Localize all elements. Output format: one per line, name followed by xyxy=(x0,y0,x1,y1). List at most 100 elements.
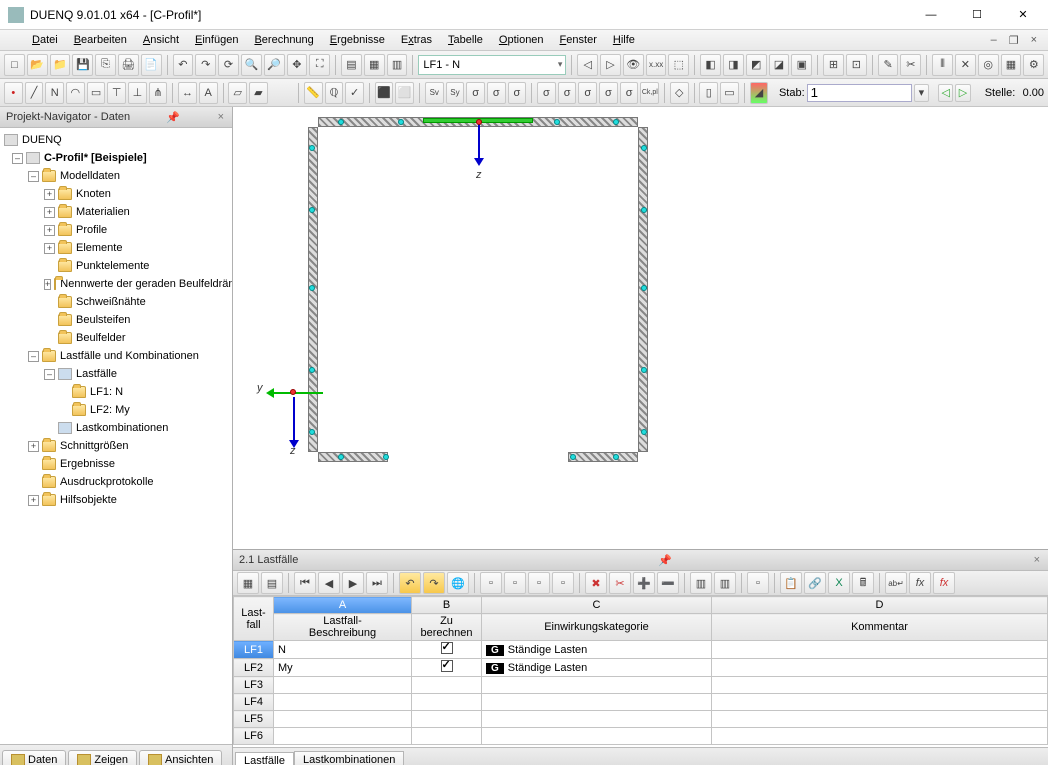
text-tool[interactable]: A xyxy=(199,82,218,104)
menu-optionen[interactable]: Optionen xyxy=(491,32,552,48)
open-button[interactable]: 📂 xyxy=(27,54,48,76)
nav-item[interactable]: Elemente xyxy=(76,242,122,254)
window-tile[interactable]: ▭ xyxy=(720,82,739,104)
close-button[interactable]: ✕ xyxy=(1000,0,1046,29)
cell-cat[interactable]: GStändige Lasten xyxy=(482,659,712,677)
menu-berechnung[interactable]: Berechnung xyxy=(246,32,321,48)
nav-item[interactable]: Beulsteifen xyxy=(76,314,130,326)
table-pin-icon[interactable]: 📌 xyxy=(656,554,674,567)
cell-calc[interactable] xyxy=(412,728,482,745)
cell-comment[interactable] xyxy=(712,641,1048,659)
menu-bearbeiten[interactable]: Bearbeiten xyxy=(66,32,135,48)
zoom-window-button[interactable]: 🔎 xyxy=(264,54,285,76)
navigator-close-icon[interactable]: × xyxy=(216,111,226,123)
tab-lastkombinationen[interactable]: Lastkombinationen xyxy=(294,751,404,765)
menu-ergebnisse[interactable]: Ergebnisse xyxy=(322,32,393,48)
tbl-next[interactable]: ▶ xyxy=(342,572,364,594)
show-values-button[interactable]: 👁 xyxy=(623,54,644,76)
tbl-mode1[interactable]: ↶ xyxy=(399,572,421,594)
row-header[interactable]: LF4 xyxy=(234,694,274,711)
sel-tool[interactable]: ▱ xyxy=(228,82,247,104)
row-header[interactable]: LF2 xyxy=(234,659,274,677)
nav-item[interactable]: Schweißnähte xyxy=(76,296,146,308)
table-row[interactable]: LF4 xyxy=(234,694,1048,711)
lf-item[interactable]: LF2: My xyxy=(90,404,130,416)
tbl-d[interactable]: ▫ xyxy=(552,572,574,594)
nav-item[interactable]: Materialien xyxy=(76,206,130,218)
check-tool[interactable]: ✓ xyxy=(345,82,364,104)
collapse-icon[interactable]: – xyxy=(44,369,55,380)
expand-icon[interactable]: + xyxy=(44,225,55,236)
lfk-node[interactable]: Lastfälle und Kombinationen xyxy=(60,350,199,362)
tbl-btn-1[interactable]: ▦ xyxy=(237,572,259,594)
stress-ckpl[interactable]: Ck,pl xyxy=(640,82,659,104)
cell-cat[interactable] xyxy=(482,711,712,728)
tbl-prev[interactable]: ◀ xyxy=(318,572,340,594)
lk-node[interactable]: Lastkombinationen xyxy=(76,422,168,434)
tbl-f[interactable]: ▥ xyxy=(714,572,736,594)
row-header[interactable]: LF3 xyxy=(234,677,274,694)
nav-item[interactable]: Ausdruckprotokolle xyxy=(60,476,154,488)
tbl-calc[interactable]: 🖩 xyxy=(852,572,874,594)
element-tool[interactable]: ⊥ xyxy=(128,82,147,104)
tab-lastfaelle[interactable]: Lastfälle xyxy=(235,752,294,765)
dim-tool[interactable]: ↔ xyxy=(178,82,197,104)
cell-calc[interactable] xyxy=(412,641,482,659)
row-header[interactable]: LF1 xyxy=(234,641,274,659)
cell-cat[interactable]: GStändige Lasten xyxy=(482,641,712,659)
nav-item[interactable]: Hilfsobjekte xyxy=(60,494,117,506)
nav-item[interactable]: Ergebnisse xyxy=(60,458,115,470)
menu-extras[interactable]: Extras xyxy=(393,32,440,48)
weld-tool[interactable]: ⋔ xyxy=(149,82,168,104)
cell-desc[interactable] xyxy=(274,694,412,711)
cell-comment[interactable] xyxy=(712,677,1048,694)
tbl-fn[interactable]: ab↵ xyxy=(885,572,907,594)
group1[interactable]: ⬛ xyxy=(375,82,394,104)
cell-comment[interactable] xyxy=(712,728,1048,745)
calc-button[interactable]: ▦ xyxy=(1001,54,1022,76)
mirror-button[interactable]: ⦀ xyxy=(932,54,953,76)
tbl-first[interactable]: ⏮ xyxy=(294,572,316,594)
root-node[interactable]: DUENQ xyxy=(22,134,62,146)
fullscreen-button[interactable]: ⛶ xyxy=(309,54,330,76)
line-tool[interactable]: ╱ xyxy=(25,82,44,104)
col-b-top[interactable]: B xyxy=(412,597,482,614)
navigator-pin-icon[interactable]: 📌 xyxy=(164,111,182,124)
tbl-fx-off[interactable]: fx xyxy=(933,572,955,594)
checkbox-icon[interactable] xyxy=(441,642,453,654)
tbl-last[interactable]: ⏭ xyxy=(366,572,388,594)
next-lf-button[interactable]: ▷ xyxy=(600,54,621,76)
query-tool[interactable]: ℚ xyxy=(325,82,344,104)
nav-item[interactable]: Punktelemente xyxy=(76,260,149,272)
print-preview-button[interactable]: 📄 xyxy=(141,54,162,76)
tbl-mode2[interactable]: ↷ xyxy=(423,572,445,594)
col-c[interactable]: Einwirkungskategorie xyxy=(482,614,712,641)
stress-sy[interactable]: Sy xyxy=(446,82,465,104)
zoom-button[interactable]: 🔍 xyxy=(241,54,262,76)
polyline-tool[interactable]: Ν xyxy=(45,82,64,104)
table-row[interactable]: LF2 My GStändige Lasten xyxy=(234,659,1048,677)
view2-button[interactable]: ▦ xyxy=(364,54,385,76)
result-units-button[interactable]: ⬚ xyxy=(668,54,689,76)
menu-datei[interactable]: Datei xyxy=(24,32,66,48)
tbl-cut[interactable]: ✂ xyxy=(609,572,631,594)
col-d-top[interactable]: D xyxy=(712,597,1048,614)
cell-comment[interactable] xyxy=(712,694,1048,711)
window-split[interactable]: ▯ xyxy=(699,82,718,104)
expand-icon[interactable]: + xyxy=(44,207,55,218)
grid-button[interactable]: ⊞ xyxy=(823,54,844,76)
stress2d[interactable]: σ xyxy=(599,82,618,104)
stress2a[interactable]: σ xyxy=(537,82,556,104)
menu-tabelle[interactable]: Tabelle xyxy=(440,32,491,48)
table-row[interactable]: LF3 xyxy=(234,677,1048,694)
col-c-top[interactable]: C xyxy=(482,597,712,614)
group2[interactable]: ⬜ xyxy=(395,82,414,104)
table-row[interactable]: LF6 xyxy=(234,728,1048,745)
pan-button[interactable]: ✥ xyxy=(287,54,308,76)
menu-ansicht[interactable]: Ansicht xyxy=(135,32,187,48)
table-row[interactable]: LF1 N GStändige Lasten xyxy=(234,641,1048,659)
clear-button[interactable]: ◇ xyxy=(670,82,689,104)
navigator-tree[interactable]: DUENQ –C-Profil* [Beispiele] –Modelldate… xyxy=(0,128,232,744)
stress-t[interactable]: σ xyxy=(487,82,506,104)
cell-calc[interactable] xyxy=(412,711,482,728)
